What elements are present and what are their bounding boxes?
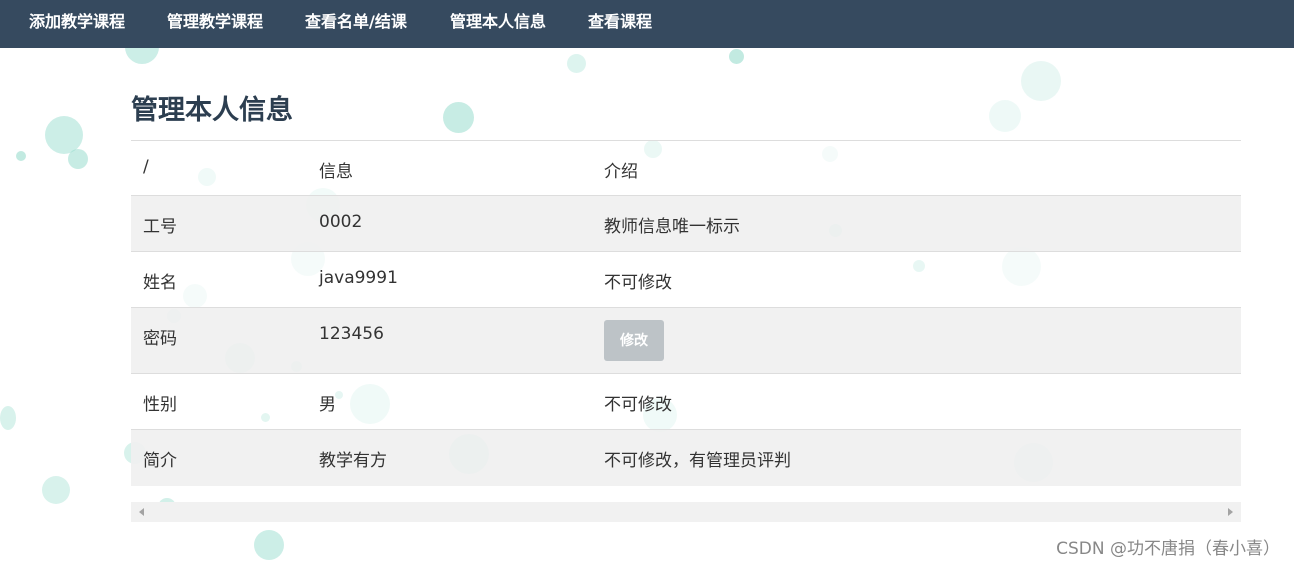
bubble: [0, 406, 16, 430]
field-label: 姓名: [131, 251, 307, 308]
field-note: 教师信息唯一标示: [592, 195, 1241, 252]
info-table: / 信息 介绍 工号 0002 教师信息唯一标示 姓名 java9991 不可修…: [131, 140, 1241, 486]
field-label: 工号: [131, 195, 307, 252]
field-value: 男: [307, 373, 592, 430]
field-note: 不可修改: [592, 373, 1241, 430]
table-row: 简介 教学有方 不可修改，有管理员评判: [131, 429, 1241, 486]
field-action-cell: 修改: [592, 307, 1241, 374]
table-row: 性别 男 不可修改: [131, 373, 1241, 430]
horizontal-scrollbar[interactable]: [131, 502, 1241, 522]
page: 添加教学课程 管理教学课程 查看名单/结课 管理本人信息 查看课程 管理本人信息…: [0, 0, 1294, 564]
field-label: 密码: [131, 307, 307, 374]
nav-view-courses[interactable]: 查看课程: [588, 0, 652, 48]
table-row: 密码 123456 修改: [131, 307, 1241, 374]
field-value: 0002: [307, 195, 592, 252]
field-value: 123456: [307, 307, 592, 374]
bubble: [254, 530, 284, 560]
scroll-left-icon[interactable]: [139, 508, 144, 516]
column-header: /: [131, 140, 307, 196]
field-value: java9991: [307, 251, 592, 308]
table-row: 姓名 java9991 不可修改: [131, 251, 1241, 308]
bubble: [1021, 61, 1061, 101]
scroll-right-icon[interactable]: [1228, 508, 1233, 516]
bubble: [45, 116, 83, 154]
field-label: 简介: [131, 429, 307, 486]
nav-manage-profile[interactable]: 管理本人信息: [450, 0, 546, 48]
bubble: [443, 102, 474, 133]
bubble: [68, 149, 88, 169]
field-value: 教学有方: [307, 429, 592, 486]
table-header-row: / 信息 介绍: [131, 140, 1241, 196]
watermark: CSDN @功不唐捐（春小喜）: [1056, 539, 1280, 559]
bubble: [42, 476, 70, 504]
top-navbar: 添加教学课程 管理教学课程 查看名单/结课 管理本人信息 查看课程: [0, 0, 1294, 48]
edit-password-button[interactable]: 修改: [604, 320, 664, 361]
nav-roster-finish[interactable]: 查看名单/结课: [305, 0, 407, 48]
column-header: 信息: [307, 140, 592, 196]
bubble: [729, 49, 744, 64]
nav-add-course[interactable]: 添加教学课程: [29, 0, 125, 48]
table-row: 工号 0002 教师信息唯一标示: [131, 195, 1241, 252]
bubble: [989, 100, 1021, 132]
info-table-container: / 信息 介绍 工号 0002 教师信息唯一标示 姓名 java9991 不可修…: [131, 140, 1241, 486]
field-note: 不可修改: [592, 251, 1241, 308]
column-header: 介绍: [592, 140, 1241, 196]
field-note: 不可修改，有管理员评判: [592, 429, 1241, 486]
field-label: 性别: [131, 373, 307, 430]
nav-manage-courses[interactable]: 管理教学课程: [167, 0, 263, 48]
bubble: [16, 151, 26, 161]
bubble: [567, 54, 586, 73]
page-title: 管理本人信息: [131, 95, 293, 126]
